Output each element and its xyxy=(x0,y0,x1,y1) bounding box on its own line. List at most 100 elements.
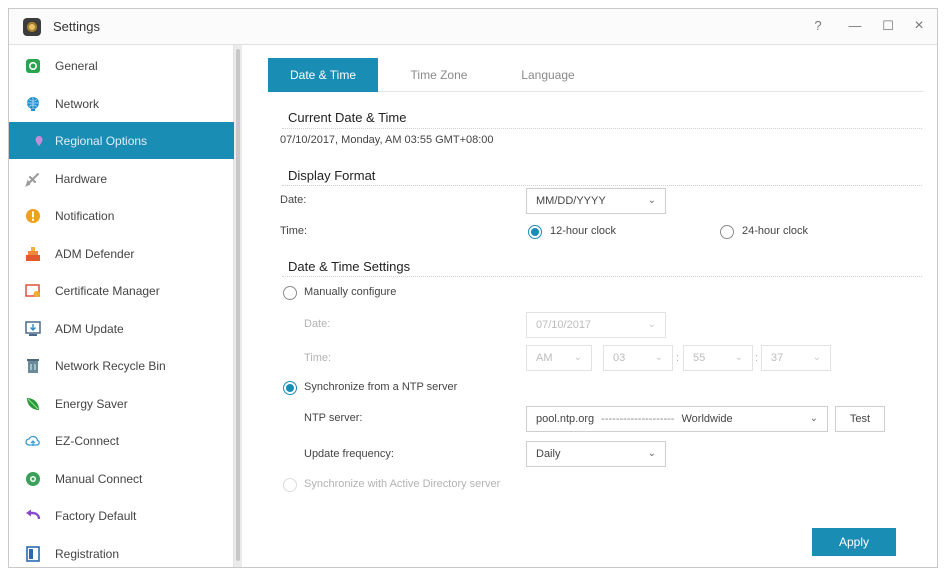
sidebar-scrollbar[interactable] xyxy=(234,45,242,567)
sidebar-item-label: Factory Default xyxy=(55,508,137,523)
settings-app-icon xyxy=(23,18,41,36)
window-title: Settings xyxy=(53,19,100,34)
help-button[interactable]: ? xyxy=(805,15,831,37)
manual-time-label: Time: xyxy=(304,352,332,364)
sidebar-item-label: Hardware xyxy=(55,171,108,186)
test-button[interactable]: Test xyxy=(835,406,885,432)
second-value: 37 xyxy=(771,352,784,364)
sidebar-item-ez-connect[interactable]: EZ-Connect xyxy=(9,422,234,459)
update-frequency-select[interactable]: Daily ⌄ xyxy=(526,441,666,467)
sidebar-item-network-recycle-bin[interactable]: Network Recycle Bin xyxy=(9,347,234,384)
scrollbar-thumb[interactable] xyxy=(236,49,240,561)
ntp-sync-label: Synchronize from a NTP server xyxy=(304,381,458,393)
chevron-down-icon: ⌄ xyxy=(647,448,656,459)
sidebar-item-label: ADM Defender xyxy=(55,246,135,261)
settings-window: Settings ? — ☐ × General Network Regiona… xyxy=(8,8,938,568)
maximize-button[interactable]: ☐ xyxy=(875,15,901,37)
minimize-button[interactable]: — xyxy=(842,15,868,37)
network-icon xyxy=(25,96,41,112)
section-divider xyxy=(282,128,922,129)
manual-date-value: 07/10/2017 xyxy=(536,319,592,331)
clock-24-radio[interactable] xyxy=(720,225,734,239)
chevron-down-icon: ⌄ xyxy=(573,352,582,363)
factory-default-icon xyxy=(25,508,41,524)
tab-bar: Date & Time Time Zone Language xyxy=(268,58,923,92)
sidebar-item-label: Registration xyxy=(55,546,120,561)
sidebar-item-adm-update[interactable]: ADM Update xyxy=(9,310,234,347)
time-separator: : xyxy=(755,352,759,364)
chevron-down-icon: ⌄ xyxy=(647,195,656,206)
sidebar-item-hardware[interactable]: Hardware xyxy=(9,160,234,197)
section-divider xyxy=(282,276,922,277)
manual-configure-label: Manually configure xyxy=(304,286,397,298)
adm-defender-icon xyxy=(25,246,41,262)
second-select: 37 ⌄ xyxy=(761,345,831,371)
ntp-sync-radio[interactable] xyxy=(283,381,297,395)
sidebar-item-label: Notification xyxy=(55,208,115,223)
sidebar-item-factory-default[interactable]: Factory Default xyxy=(9,497,234,534)
sidebar-item-registration[interactable]: Registration xyxy=(9,535,234,572)
certificate-icon xyxy=(25,283,41,299)
chevron-down-icon: ⌄ xyxy=(812,352,821,363)
manual-connect-icon xyxy=(25,471,41,487)
display-format-heading: Display Format xyxy=(288,168,376,183)
sidebar-item-label: EZ-Connect xyxy=(55,433,120,448)
sidebar-item-network[interactable]: Network xyxy=(9,85,234,122)
sidebar-item-regional-options[interactable]: Regional Options xyxy=(9,122,234,159)
section-divider xyxy=(282,185,922,186)
tab-language[interactable]: Language xyxy=(508,58,588,92)
chevron-down-icon: ⌄ xyxy=(734,352,743,363)
ntp-server-dashes: -------------------- xyxy=(601,413,675,425)
close-button[interactable]: × xyxy=(906,15,932,37)
active-directory-label: Synchronize with Active Directory server xyxy=(304,478,501,490)
date-time-settings-heading: Date & Time Settings xyxy=(288,259,411,274)
ntp-server-select[interactable]: pool.ntp.org -------------------- Worldw… xyxy=(526,406,828,432)
manual-date-label: Date: xyxy=(304,318,331,330)
time-separator: : xyxy=(676,352,680,364)
general-icon xyxy=(25,58,41,74)
date-format-select[interactable]: MM/DD/YYYY ⌄ xyxy=(526,188,666,214)
sidebar-item-label: Certificate Manager xyxy=(55,283,160,298)
ampm-value: AM xyxy=(536,352,553,364)
update-frequency-value: Daily xyxy=(536,448,561,460)
sidebar-item-label: Network Recycle Bin xyxy=(55,358,166,373)
manual-date-picker: 07/10/2017 ⌄ xyxy=(526,312,666,338)
energy-saver-icon xyxy=(25,396,41,412)
chevron-down-icon: ⌄ xyxy=(654,352,663,363)
sidebar-item-label: Network xyxy=(55,96,100,111)
chevron-down-icon: ⌄ xyxy=(647,319,656,330)
update-frequency-label: Update frequency: xyxy=(304,448,394,460)
adm-update-icon xyxy=(25,320,41,337)
apply-button[interactable]: Apply xyxy=(812,528,896,556)
main-panel: Date & Time Time Zone Language Current D… xyxy=(242,45,939,567)
manual-configure-radio[interactable] xyxy=(283,286,297,300)
ntp-server-host: pool.ntp.org xyxy=(536,413,595,425)
registration-icon xyxy=(25,545,41,562)
regional-options-icon xyxy=(35,133,43,149)
notification-icon xyxy=(25,208,41,224)
ampm-select: AM ⌄ xyxy=(526,345,592,371)
ntp-server-region: Worldwide xyxy=(681,413,733,425)
clock-12-radio[interactable] xyxy=(528,225,542,239)
active-directory-radio xyxy=(283,478,297,492)
sidebar-item-adm-defender[interactable]: ADM Defender xyxy=(9,235,234,272)
sidebar-item-label: General xyxy=(55,58,98,73)
hardware-icon xyxy=(25,171,41,187)
sidebar-item-notification[interactable]: Notification xyxy=(9,197,234,234)
sidebar-item-general[interactable]: General xyxy=(9,47,234,84)
hour-select: 03 ⌄ xyxy=(603,345,673,371)
tab-time-zone[interactable]: Time Zone xyxy=(399,58,479,92)
sidebar-item-energy-saver[interactable]: Energy Saver xyxy=(9,385,234,422)
hour-value: 03 xyxy=(613,352,626,364)
sidebar: General Network Regional Options Hardwar… xyxy=(9,45,234,567)
ntp-server-label: NTP server: xyxy=(304,412,363,424)
tab-date-time[interactable]: Date & Time xyxy=(268,58,378,92)
sidebar-item-label: Manual Connect xyxy=(55,471,143,486)
sidebar-item-label: Regional Options xyxy=(55,133,148,148)
date-format-value: MM/DD/YYYY xyxy=(536,195,606,207)
clock-12-label: 12-hour clock xyxy=(550,225,617,237)
minute-value: 55 xyxy=(693,352,706,364)
recycle-bin-icon xyxy=(25,358,41,374)
sidebar-item-certificate-manager[interactable]: Certificate Manager xyxy=(9,272,234,309)
sidebar-item-manual-connect[interactable]: Manual Connect xyxy=(9,460,234,497)
